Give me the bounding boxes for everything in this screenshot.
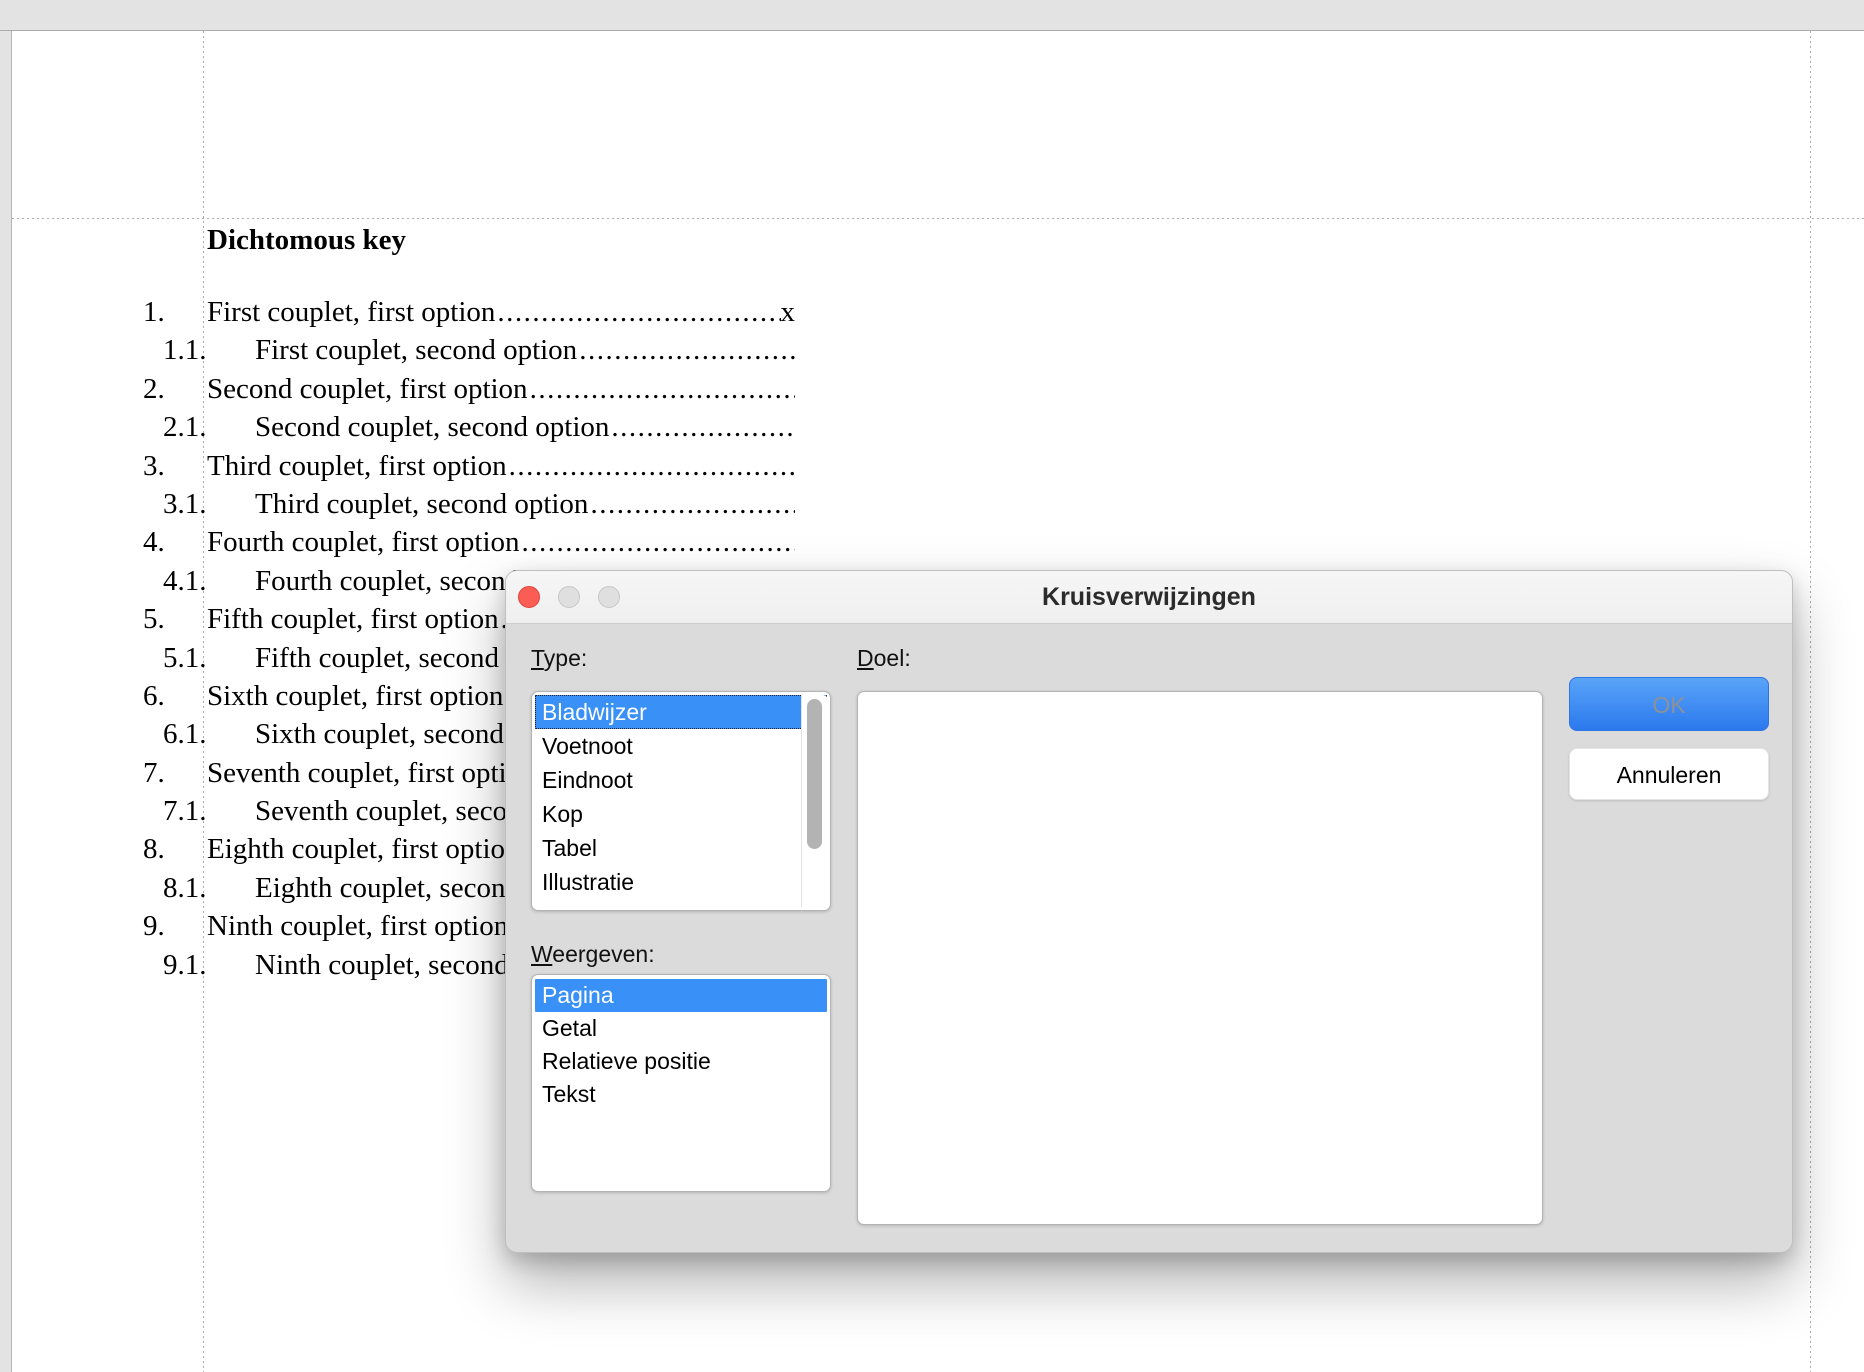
doc-num: 4.1. bbox=[163, 565, 255, 598]
doc-num: 8.1. bbox=[163, 872, 255, 905]
display-label: Weergeven: bbox=[531, 941, 655, 968]
dialog-title: Kruisverwijzingen bbox=[506, 571, 1792, 623]
type-list-item[interactable]: Tabel bbox=[535, 831, 827, 865]
target-label: Doel: bbox=[857, 645, 911, 672]
type-list-item[interactable]: Voetnoot bbox=[535, 729, 827, 763]
cancel-button[interactable]: Annuleren bbox=[1569, 748, 1769, 800]
text-boundary-top bbox=[12, 218, 1864, 219]
dot-leader: ........................................… bbox=[495, 296, 780, 329]
doc-num: 2. bbox=[143, 373, 207, 406]
dot-leader: ........................................… bbox=[609, 411, 795, 444]
doc-txt: Ninth couplet, first option bbox=[207, 910, 508, 943]
target-listbox[interactable] bbox=[857, 691, 1543, 1225]
doc-list-item: 3.1.Third couplet, second option .......… bbox=[143, 488, 795, 526]
doc-txt: Seventh couplet, first option bbox=[207, 757, 536, 790]
doc-num: 6.1. bbox=[163, 718, 255, 751]
doc-list-item: 3.Third couplet, first option ..........… bbox=[143, 450, 795, 488]
doc-txt: Second couplet, first option bbox=[207, 373, 528, 406]
doc-txt: Third couplet, second option bbox=[255, 488, 588, 521]
doc-list-item: 2.Second couplet, first option..........… bbox=[143, 373, 795, 411]
doc-num: 9. bbox=[143, 910, 207, 943]
doc-list-item: 2.1.Second couplet, second option ......… bbox=[143, 411, 795, 449]
doc-txt: Fifth couplet, first option bbox=[207, 603, 499, 636]
doc-num: 5.1. bbox=[163, 642, 255, 675]
cross-reference-dialog: Kruisverwijzingen Type: BladwijzerVoetno… bbox=[505, 570, 1793, 1253]
type-list-scrollbar[interactable] bbox=[801, 695, 828, 907]
doc-tail: x bbox=[781, 296, 796, 329]
doc-txt: Second couplet, second option bbox=[255, 411, 609, 444]
ok-button[interactable]: OK bbox=[1569, 677, 1769, 731]
doc-num: 2.1. bbox=[163, 411, 255, 444]
doc-num: 7.1. bbox=[163, 795, 255, 828]
doc-list-item: 1.1.First couplet, second option........… bbox=[143, 334, 795, 372]
dot-leader: ........................................… bbox=[507, 450, 795, 483]
doc-num: 1. bbox=[143, 296, 207, 329]
doc-num: 5. bbox=[143, 603, 207, 636]
doc-list-item: 4.Fourth couplet, first option..........… bbox=[143, 526, 795, 564]
type-listbox[interactable]: BladwijzerVoetnootEindnootKopTabelIllust… bbox=[531, 691, 831, 911]
doc-num: 8. bbox=[143, 833, 207, 866]
doc-list-item: 1.First couplet, first option...........… bbox=[143, 296, 795, 334]
doc-txt: Third couplet, first option bbox=[207, 450, 507, 483]
display-list-item[interactable]: Pagina bbox=[535, 979, 827, 1012]
scrollbar-thumb[interactable] bbox=[807, 699, 822, 849]
doc-num: 6. bbox=[143, 680, 207, 713]
display-listbox[interactable]: PaginaGetalRelatieve positieTekst bbox=[531, 974, 831, 1192]
document-heading: Dichtomous key bbox=[207, 224, 406, 257]
display-list-item[interactable]: Getal bbox=[535, 1012, 827, 1045]
doc-txt: First couplet, second option bbox=[255, 334, 577, 367]
doc-num: 3. bbox=[143, 450, 207, 483]
doc-txt: First couplet, first option bbox=[207, 296, 495, 329]
canvas-top-margin bbox=[0, 0, 1864, 31]
canvas-left-margin bbox=[0, 31, 12, 1372]
dot-leader: ........................................… bbox=[588, 488, 795, 521]
doc-txt: Fourth couplet, first option bbox=[207, 526, 520, 559]
dot-leader: ........................................… bbox=[520, 526, 795, 559]
text-boundary-right bbox=[1810, 31, 1811, 1372]
doc-num: 7. bbox=[143, 757, 207, 790]
display-list-item[interactable]: Tekst bbox=[535, 1078, 827, 1111]
type-list-item[interactable]: Illustratie bbox=[535, 865, 827, 899]
doc-num: 9.1. bbox=[163, 949, 255, 982]
doc-num: 4. bbox=[143, 526, 207, 559]
type-list-item[interactable]: Bladwijzer bbox=[535, 695, 827, 729]
doc-txt: Sixth couplet, first option bbox=[207, 680, 503, 713]
type-list-item[interactable]: Eindnoot bbox=[535, 763, 827, 797]
doc-txt: Eighth couplet, first option bbox=[207, 833, 520, 866]
dot-leader: ........................................… bbox=[577, 334, 795, 367]
doc-num: 3.1. bbox=[163, 488, 255, 521]
doc-num: 1.1. bbox=[163, 334, 255, 367]
type-label: Type: bbox=[531, 645, 587, 672]
dot-leader: ........................................… bbox=[528, 373, 795, 406]
display-list-item[interactable]: Relatieve positie bbox=[535, 1045, 827, 1078]
type-list-item[interactable]: Kop bbox=[535, 797, 827, 831]
dialog-titlebar[interactable]: Kruisverwijzingen bbox=[506, 571, 1792, 624]
